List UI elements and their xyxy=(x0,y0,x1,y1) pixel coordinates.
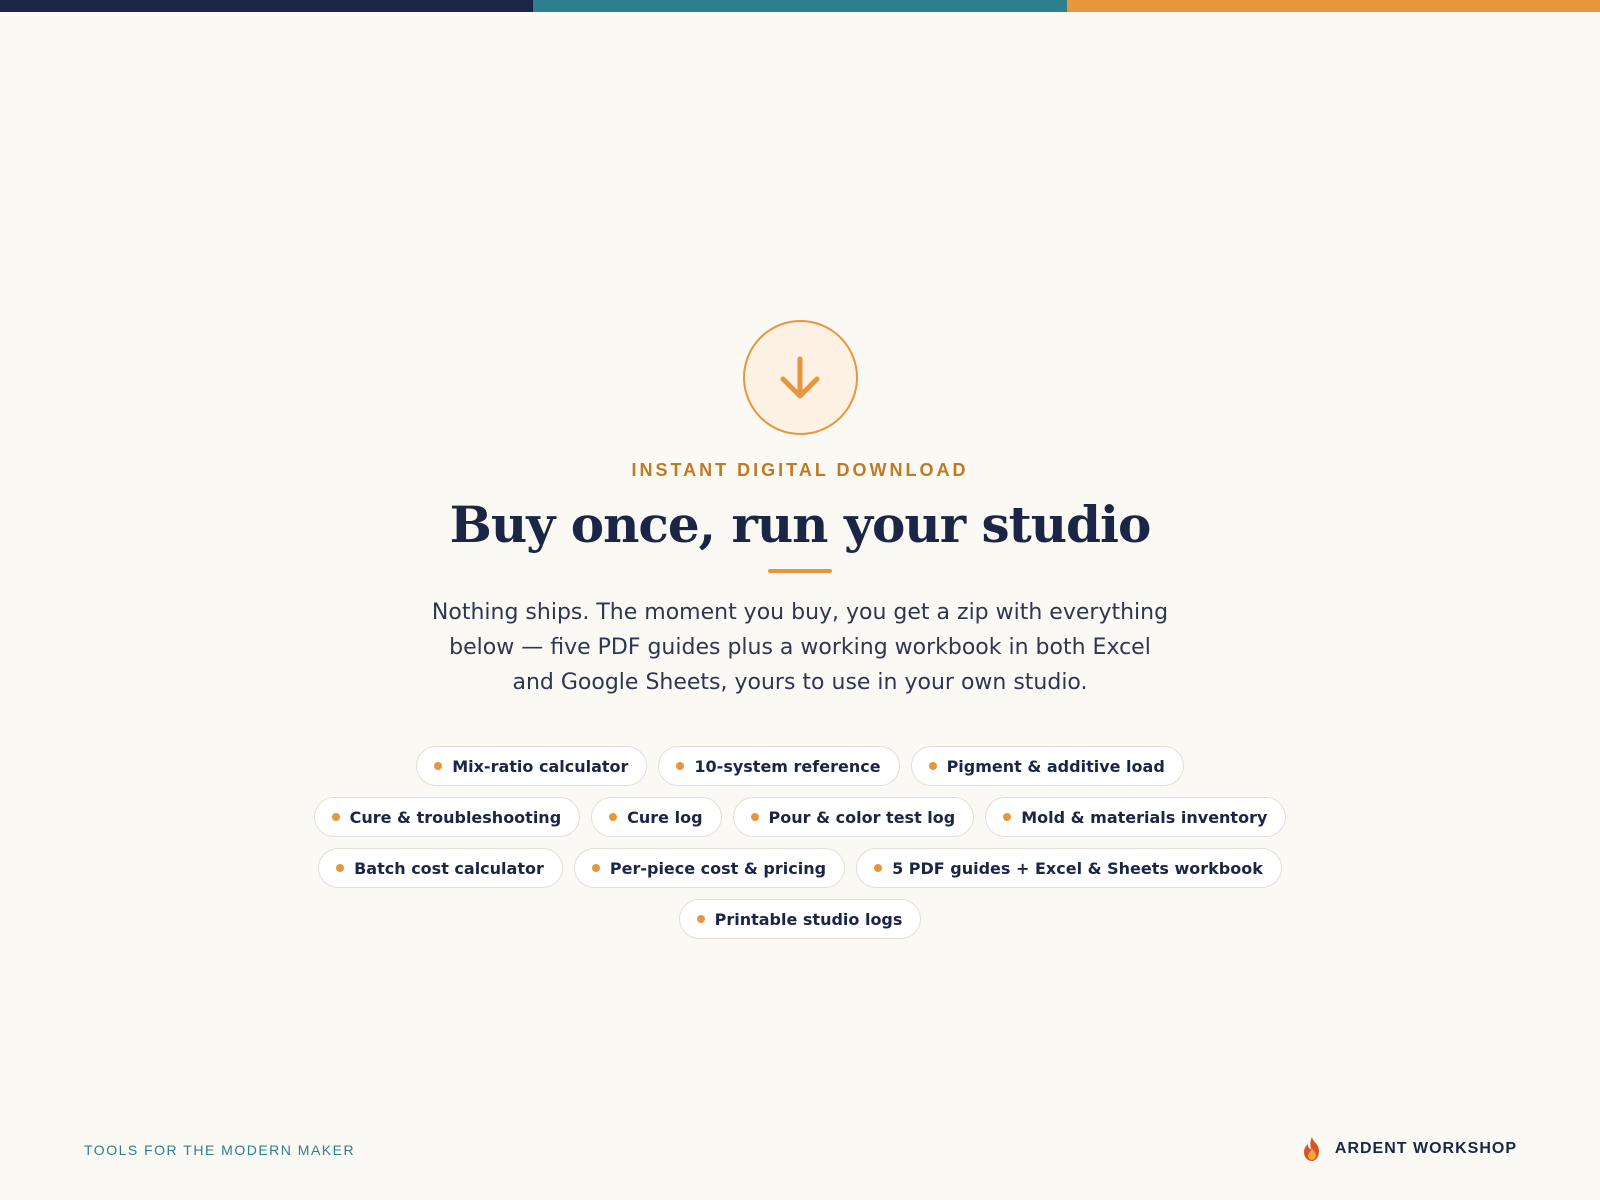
bullet-dot-icon xyxy=(1003,813,1012,821)
feature-chip-label: Cure & troubleshooting xyxy=(349,807,562,827)
feature-chip-label: Cure log xyxy=(627,807,703,827)
feature-chip: Pigment & additive load xyxy=(910,746,1184,786)
feature-chip-label: Mix-ratio calculator xyxy=(452,756,629,776)
eyebrow-label: INSTANT DIGITAL DOWNLOAD xyxy=(631,460,969,480)
top-bar-teal-segment xyxy=(533,0,1067,12)
bullet-dot-icon xyxy=(874,864,883,872)
bullet-dot-icon xyxy=(750,813,759,821)
bullet-dot-icon xyxy=(609,813,618,821)
feature-chip: Cure & troubleshooting xyxy=(313,797,581,837)
feature-chip-label: Mold & materials inventory xyxy=(1021,807,1268,827)
top-bar-navy-segment xyxy=(0,0,534,12)
top-color-bar xyxy=(0,0,1600,12)
feature-chip: 5 PDF guides + Excel & Sheets workbook xyxy=(856,848,1282,888)
feature-chip-label: Per-piece cost & pricing xyxy=(609,858,827,878)
feature-chip: Cure log xyxy=(591,797,722,837)
feature-chip-label: Pigment & additive load xyxy=(946,756,1165,776)
bullet-dot-icon xyxy=(591,864,600,872)
bullet-dot-icon xyxy=(676,762,685,770)
bullet-dot-icon xyxy=(336,864,345,872)
feature-chip-label: Pour & color test log xyxy=(768,807,956,827)
feature-chip: Per-piece cost & pricing xyxy=(573,848,846,888)
feature-chip-label: 10-system reference xyxy=(694,756,881,776)
feature-chip: Mix-ratio calculator xyxy=(416,746,648,786)
footer-tagline: TOOLS FOR THE MODERN MAKER xyxy=(84,1142,356,1158)
hero-description: Nothing ships. The moment you buy, you g… xyxy=(431,600,1169,695)
feature-chip: Pour & color test log xyxy=(732,797,975,837)
hero-section: INSTANT DIGITAL DOWNLOAD Buy once, run y… xyxy=(0,320,1600,939)
brand-name: ARDENT WORKSHOP xyxy=(1334,1140,1517,1157)
bullet-dot-icon xyxy=(928,762,937,770)
feature-chip: 10-system reference xyxy=(658,746,900,786)
bullet-dot-icon xyxy=(434,762,443,770)
feature-chip: Printable studio logs xyxy=(678,899,922,939)
feature-chip-label: Batch cost calculator xyxy=(354,858,544,878)
footer-brand: ARDENT WORKSHOP xyxy=(1301,1136,1517,1162)
download-arrow-icon xyxy=(780,356,820,398)
page-title: Buy once, run your studio xyxy=(449,495,1152,554)
title-underline xyxy=(768,569,832,573)
bullet-dot-icon xyxy=(331,813,340,821)
top-bar-orange-segment xyxy=(1066,0,1600,12)
feature-chip: Batch cost calculator xyxy=(318,848,563,888)
download-badge xyxy=(742,320,858,435)
bullet-dot-icon xyxy=(696,915,705,923)
feature-chip: Mold & materials inventory xyxy=(985,797,1287,837)
flame-logo-icon xyxy=(1303,1137,1319,1161)
feature-chip-list: Mix-ratio calculator 10-system reference P… xyxy=(300,746,1300,939)
feature-chip-label: 5 PDF guides + Excel & Sheets workbook xyxy=(892,858,1263,878)
feature-chip-label: Printable studio logs xyxy=(714,909,903,929)
